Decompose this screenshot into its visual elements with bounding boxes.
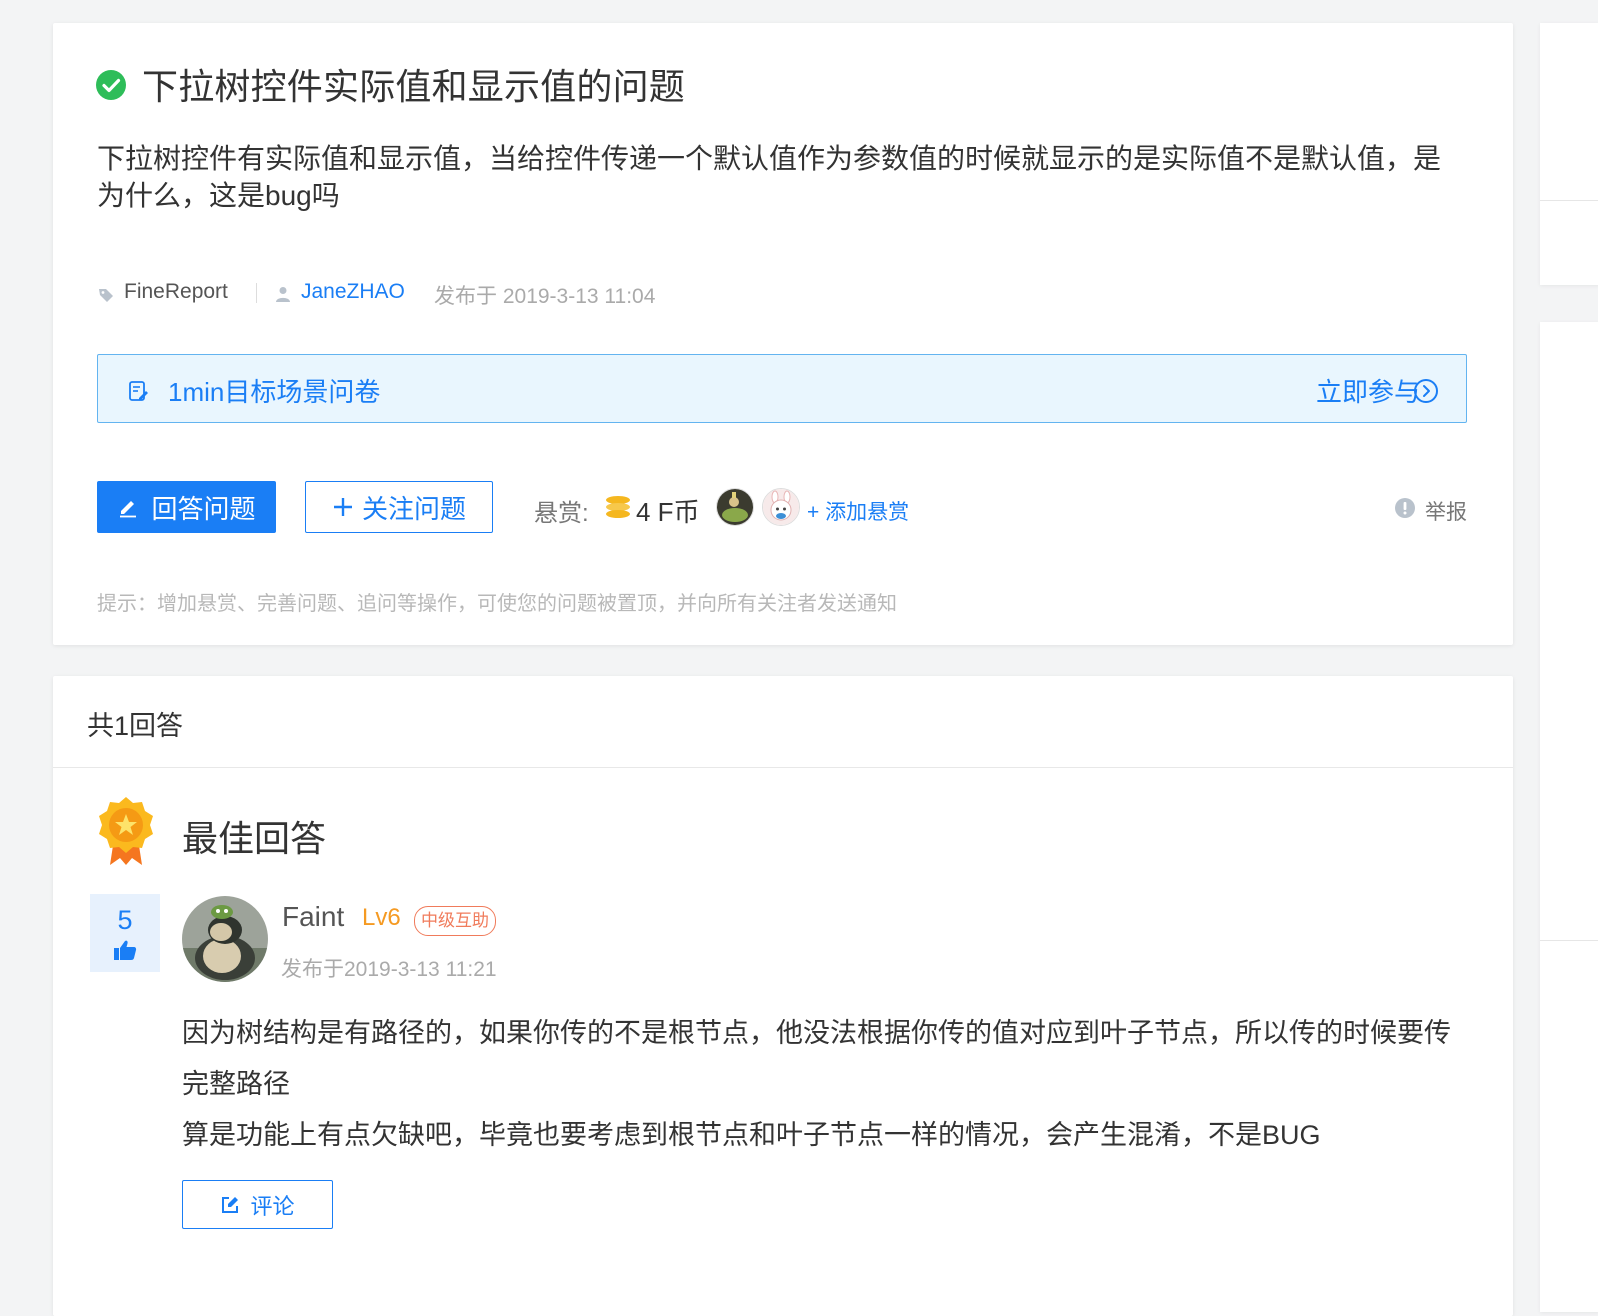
answers-divider [53,767,1513,768]
vote-count: 5 [117,905,133,935]
answer-paragraph: 算是功能上有点欠缺吧，毕竟也要考虑到根节点和叶子节点一样的情况，会产生混淆，不是… [182,1120,1321,1150]
answer-avatar[interactable] [182,896,268,982]
reward-value: 4 F币 [636,497,700,527]
answers-count: 共1回答 [87,711,184,741]
arrow-circle-right-icon[interactable] [1413,378,1439,404]
side-card-bottom [1540,322,1598,1312]
rewarder-avatar[interactable] [716,488,754,526]
side-card-divider [1540,940,1598,941]
question-tip: 提示：增加悬赏、完善问题、追问等操作，可使您的问题被置顶，并向所有关注者发送通知 [97,593,897,615]
user-icon [276,287,290,302]
answer-badge: 中级互助 [414,906,496,936]
survey-icon [129,381,148,401]
tag-icon [99,289,113,302]
coins-icon [606,496,630,518]
edit-box-icon [222,1196,239,1213]
follow-question-label: 关注问题 [361,493,466,524]
answer-question-label: 回答问题 [151,493,256,524]
question-body: 下拉树控件有实际值和显示值，当给控件传递一个默认值作为参数值的时候就显示的是实际… [97,143,1442,211]
answer-level: Lv6 [362,904,401,931]
vote-button[interactable]: 5 [90,894,160,972]
meta-separator [256,283,257,303]
rewarder-avatar[interactable] [762,488,800,526]
report-link[interactable]: 举报 [1425,496,1467,526]
question-title: 下拉树控件实际值和显示值的问题 [142,66,686,107]
side-card-divider [1540,200,1598,201]
comment-label: 评论 [250,1193,295,1219]
answer-body: 因为树结构是有路径的，如果你传的不是根节点，他没法根据你传的值对应到叶子节点，所… [182,1008,1472,1161]
answer-username[interactable]: Faint [282,901,344,933]
answer-paragraph: 因为树结构是有路径的，如果你传的不是根节点，他没法根据你传的值对应到叶子节点，所… [182,1018,1451,1099]
question-date: 发布于 2019-3-13 11:04 [434,285,656,308]
thumbs-up-icon [114,940,137,960]
survey-join-link[interactable]: 立即参与 [1316,372,1420,409]
reward-label: 悬赏: [534,500,589,527]
add-reward-link[interactable]: + 添加悬赏 [807,496,909,526]
survey-text: 1min目标场景问卷 [168,377,381,407]
best-answer-title: 最佳回答 [182,818,327,859]
exclamation-circle-icon[interactable] [1394,497,1416,519]
follow-question-button[interactable]: 关注问题 [305,481,493,533]
plus-icon [333,498,352,516]
question-author[interactable]: JaneZHAO [301,280,405,304]
check-circle-icon [96,70,126,100]
edit-icon [120,501,137,518]
question-card [53,23,1513,645]
question-tag[interactable]: FineReport [124,280,228,304]
comment-button[interactable]: 评论 [182,1180,333,1229]
medal-icon [99,797,153,865]
answer-date: 发布于2019-3-13 11:21 [281,958,497,981]
answer-question-button[interactable]: 回答问题 [97,481,276,533]
side-card-top [1540,23,1598,285]
